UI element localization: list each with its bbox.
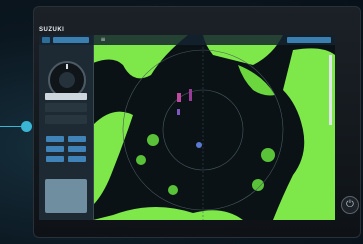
power-button[interactable]: ⏻: [341, 196, 359, 214]
panel-button-2[interactable]: [68, 136, 86, 142]
power-icon: ⏻: [346, 199, 354, 210]
panel-button-6[interactable]: [68, 156, 86, 162]
north-tick: [66, 64, 68, 69]
compass-center: [59, 72, 75, 88]
panel-button-1[interactable]: [46, 136, 64, 142]
heading-bar: [45, 93, 87, 100]
radar-view[interactable]: [93, 35, 335, 220]
home-button[interactable]: [42, 37, 50, 43]
callout-marker: [21, 121, 32, 132]
readout-1: [45, 103, 87, 112]
menu-icon[interactable]: ≡: [99, 37, 107, 43]
display-screen: ≡: [39, 35, 335, 220]
range-button[interactable]: [287, 37, 331, 43]
callout-line: [0, 126, 22, 127]
panel-button-5[interactable]: [46, 156, 64, 162]
mode-button[interactable]: [53, 37, 89, 43]
panel-button-3[interactable]: [46, 146, 64, 152]
panel-button-4[interactable]: [68, 146, 86, 152]
mini-map[interactable]: [45, 179, 87, 213]
radar-image: [93, 35, 335, 220]
brand-logo: SUZUKI: [39, 27, 65, 33]
readout-2: [45, 115, 87, 124]
left-control-panel: [39, 35, 94, 220]
top-toolbar: ≡: [39, 35, 335, 45]
